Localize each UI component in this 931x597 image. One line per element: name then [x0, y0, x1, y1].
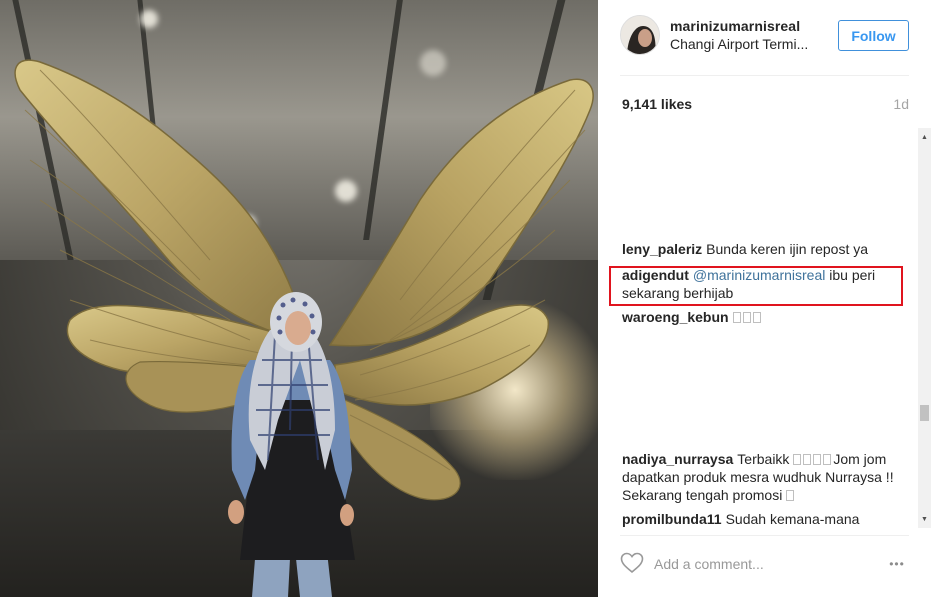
post-photo[interactable] [0, 0, 598, 597]
comment-mention[interactable]: @marinizumarnisreal [693, 267, 825, 283]
emoji-placeholder-icon [793, 454, 802, 465]
scroll-up-arrow-icon[interactable]: ▲ [918, 130, 931, 144]
emoji-placeholder-icon [823, 454, 832, 465]
post-details-panel: marinizumarnisreal Changi Airport Termi.… [598, 0, 931, 597]
heart-outline-icon[interactable] [620, 552, 646, 576]
comment-author[interactable]: leny_paleriz [622, 241, 702, 257]
comment-item: waroeng_kebun [622, 308, 902, 326]
comment-author[interactable]: promilbunda11 [622, 511, 722, 527]
likes-count[interactable]: 9,141 likes [622, 96, 692, 112]
comment-author[interactable]: adigendut [622, 267, 689, 283]
comment-author[interactable]: nadiya_nurraysa [622, 451, 733, 467]
scrollbar-thumb[interactable] [920, 405, 929, 421]
comment-input[interactable] [654, 553, 864, 575]
comment-author[interactable]: waroeng_kebun [622, 309, 729, 325]
emoji-placeholder-icon [803, 454, 812, 465]
comment-item: nadiya_nurraysa Terbaikk Jom jom dapatkan… [622, 450, 902, 504]
header-divider [620, 75, 909, 76]
post-timestamp[interactable]: 1d [893, 96, 909, 112]
comment-text: Terbaikk [737, 451, 790, 467]
follow-button[interactable]: Follow [838, 20, 909, 51]
comment-text: Bunda keren ijin repost ya [706, 241, 869, 257]
footer-divider [620, 535, 909, 536]
username[interactable]: marinizumarnisreal [670, 18, 800, 34]
emoji-placeholder-icon [786, 490, 795, 501]
comment-item: leny_paleriz Bunda keren ijin repost ya [622, 240, 902, 258]
avatar[interactable] [620, 15, 660, 55]
emoji-placeholder-icon [752, 312, 761, 323]
comments-list[interactable]: leny_paleriz Bunda keren ijin repost ya a… [620, 128, 915, 528]
comment-bar: ••• [598, 535, 931, 597]
emoji-placeholder-icon [813, 454, 822, 465]
comment-text: Sudah kemana-mana [725, 511, 860, 527]
location[interactable]: Changi Airport Termi... [670, 36, 825, 52]
comments-scrollbar[interactable]: ▲ ▼ [918, 128, 931, 528]
post-header: marinizumarnisreal Changi Airport Termi.… [598, 0, 931, 76]
woman-in-hijab [228, 292, 355, 597]
comment-item: promilbunda11 Sudah kemana-mana [622, 510, 902, 528]
more-options-icon[interactable]: ••• [884, 554, 910, 574]
scroll-down-arrow-icon[interactable]: ▼ [918, 512, 931, 526]
avatar-portrait-icon [621, 16, 659, 54]
comment-item: adigendut @marinizumarnisreal ibu peri se… [622, 266, 902, 302]
emoji-placeholder-icon [732, 312, 741, 323]
emoji-placeholder-icon [742, 312, 751, 323]
